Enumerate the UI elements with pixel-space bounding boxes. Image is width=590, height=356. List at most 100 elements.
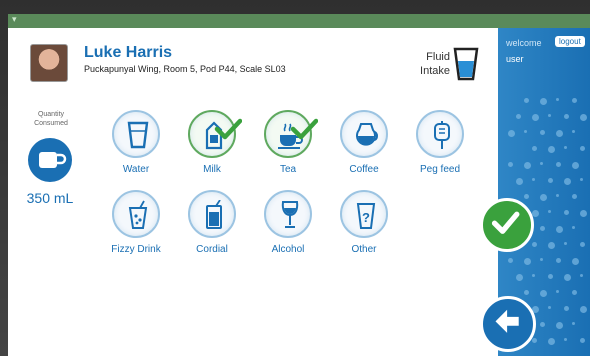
decorative-dot [564, 306, 569, 311]
decorative-dot [556, 194, 559, 197]
drink-label: Milk [203, 164, 221, 175]
decorative-dot [572, 322, 575, 325]
decorative-dot [532, 242, 537, 247]
decorative-dot [556, 130, 563, 137]
decorative-dot [572, 290, 577, 295]
drink-label: Water [122, 164, 150, 175]
decorative-dot [556, 258, 561, 263]
fizzy-drink-icon [128, 200, 148, 229]
decorative-dot [580, 146, 585, 151]
drink-fizzy[interactable]: Fizzy Drink [106, 190, 166, 262]
decorative-dot [540, 290, 547, 297]
wine-glass-icon [281, 201, 299, 228]
decorative-dot [580, 306, 587, 313]
decorative-dot [564, 274, 571, 281]
decorative-dot [524, 290, 529, 295]
welcome-text: welcome [506, 38, 542, 48]
drink-circle [340, 110, 388, 158]
decorative-dot [516, 274, 523, 281]
decorative-dot [508, 130, 515, 137]
decorative-dot [548, 146, 555, 153]
decorative-dot [580, 242, 585, 247]
decorative-dot [564, 242, 567, 245]
decorative-dot [564, 178, 571, 185]
decorative-dot [580, 178, 583, 181]
decorative-dot [548, 242, 555, 249]
decorative-dot [532, 146, 537, 151]
drink-water[interactable]: Water [106, 110, 166, 182]
selected-check-icon [214, 118, 242, 140]
decorative-dot [524, 130, 527, 133]
decorative-dot [508, 162, 513, 167]
drink-cordial[interactable]: Cordial [182, 190, 242, 262]
decorative-dot [548, 114, 551, 117]
decorative-dot [556, 162, 561, 167]
drink-coffee[interactable]: Coffee [334, 110, 394, 182]
decorative-dot [540, 130, 545, 135]
question-cup-icon: ? [356, 203, 376, 229]
confirm-button[interactable] [480, 198, 534, 252]
fluid-label-line2: Intake [420, 65, 450, 77]
decorative-dot [580, 210, 587, 217]
drink-label: Peg feed [419, 164, 461, 175]
status-bar: ▾ [8, 14, 590, 28]
decorative-dot [524, 98, 529, 103]
drink-other[interactable]: ? Other [334, 190, 394, 262]
decorative-dot [572, 194, 577, 199]
drink-circle [264, 190, 312, 238]
quantity-label: Quantity Consumed [28, 110, 74, 128]
back-button[interactable] [480, 296, 536, 352]
decorative-dot [548, 210, 551, 213]
decorative-dot [540, 162, 543, 165]
decorative-dot [564, 114, 569, 119]
decorative-dot [556, 98, 559, 101]
decorative-dot [524, 162, 531, 169]
quantity-cup-icon [28, 138, 72, 182]
quantity-label-line2: Consumed [34, 120, 68, 127]
drink-label: Fizzy Drink [111, 244, 161, 255]
drink-label: Cordial [196, 244, 228, 255]
decorative-dot [572, 226, 575, 229]
coffee-pot-icon [356, 123, 378, 146]
decorative-dot [516, 178, 523, 185]
fluid-intake-label: Fluid Intake [410, 50, 450, 78]
decorative-dot [548, 274, 553, 279]
logout-button[interactable]: logout [555, 36, 585, 47]
username-text: user [506, 54, 524, 64]
decorative-dot [572, 162, 579, 169]
fluid-glass-icon [453, 47, 479, 81]
peg-feed-bag-icon [434, 121, 450, 149]
patient-location: Puckapunyal Wing, Room 5, Pod P44, Scale… [84, 64, 286, 74]
decorative-dot [572, 130, 575, 133]
decorative-dot [540, 226, 545, 231]
decorative-dot [532, 178, 535, 181]
decorative-dot [556, 322, 563, 329]
drink-circle [112, 110, 160, 158]
drink-tea[interactable]: Tea [258, 110, 318, 182]
drink-circle [188, 190, 236, 238]
wifi-icon: ▾ [12, 15, 17, 25]
back-arrow-icon [495, 309, 519, 333]
quantity-label-line1: Quantity [37, 111, 65, 118]
fluid-label-line1: Fluid [426, 51, 450, 63]
decorative-dot [556, 226, 563, 233]
decorative-dot [556, 290, 559, 293]
decorative-dot [532, 210, 539, 217]
decorative-dot [540, 322, 545, 327]
decorative-dot [564, 338, 567, 341]
decorative-dot [564, 146, 567, 149]
drink-peg-feed[interactable]: Peg feed [410, 110, 470, 182]
cordial-glass-icon [206, 200, 222, 229]
drink-circle: ? [340, 190, 388, 238]
quantity-value: 350 mL [26, 190, 74, 206]
decorative-dot [508, 258, 513, 263]
drink-alcohol[interactable]: Alcohol [258, 190, 318, 262]
drink-label: Coffee [349, 164, 379, 175]
patient-name: Luke Harris [84, 44, 173, 61]
drink-label: Tea [279, 164, 297, 175]
decorative-dot [540, 258, 543, 261]
decorative-dot [540, 194, 547, 201]
drink-milk[interactable]: Milk [182, 110, 242, 182]
decorative-dot [548, 338, 555, 345]
decorative-dot [524, 258, 531, 265]
